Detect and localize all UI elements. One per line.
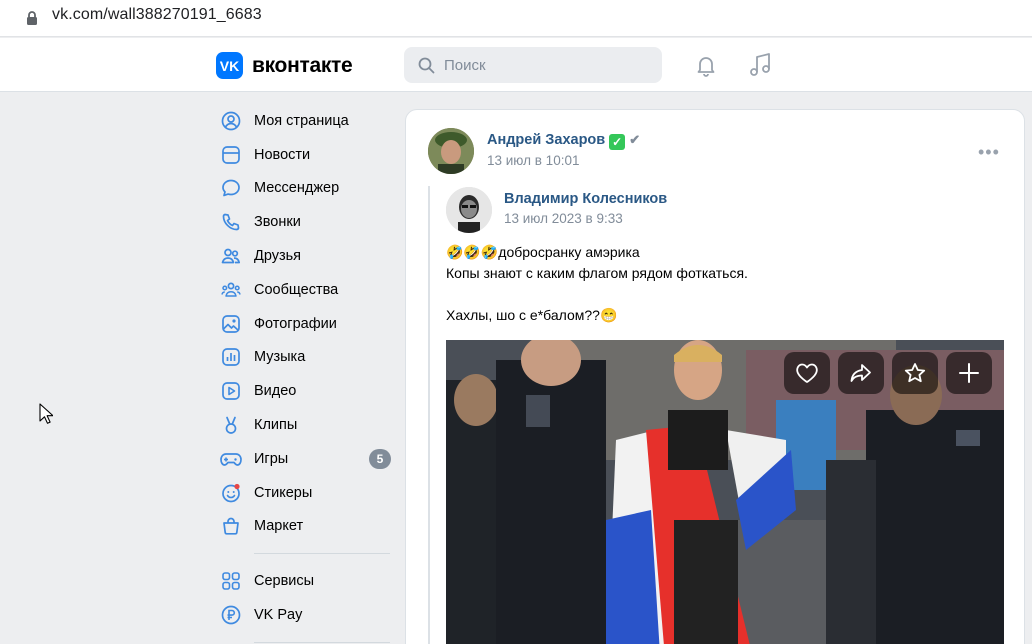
phone-icon bbox=[220, 211, 242, 233]
post-text: 🤣🤣🤣добросранку амэрика Копы знают с каки… bbox=[446, 242, 1006, 326]
sidebar-item-news[interactable]: Новости bbox=[214, 138, 394, 172]
post-text-line: Хахлы, шо с е*балом??😁 bbox=[446, 307, 618, 323]
sidebar-item-my-page[interactable]: Моя страница bbox=[214, 104, 394, 138]
sidebar-item-market[interactable]: Маркет bbox=[214, 510, 394, 544]
sidebar-item-communities[interactable]: Сообщества bbox=[214, 273, 394, 307]
more-options-icon[interactable]: ••• bbox=[978, 142, 1000, 163]
like-icon bbox=[796, 363, 818, 383]
notifications-bell-icon[interactable] bbox=[694, 53, 718, 77]
author-avatar[interactable] bbox=[428, 128, 474, 174]
vk-logo-mark: VK bbox=[216, 52, 243, 79]
share-icon bbox=[850, 364, 871, 382]
share-button[interactable] bbox=[838, 352, 884, 394]
sidebar-item-label: Мессенджер bbox=[254, 180, 340, 197]
browser-address-bar: vk.com/wall388270191_6683 bbox=[0, 0, 1032, 37]
photo-action-buttons bbox=[784, 352, 992, 394]
like-button[interactable] bbox=[784, 352, 830, 394]
sidebar-item-label: Маркет bbox=[254, 518, 304, 535]
sidebar-item-video[interactable]: Видео bbox=[214, 374, 394, 408]
mouse-cursor-icon bbox=[39, 403, 53, 424]
news-icon bbox=[220, 144, 242, 166]
sidebar-divider bbox=[254, 553, 390, 555]
repost-author-name[interactable]: Владимир Колесников bbox=[504, 191, 667, 207]
left-sidebar: Моя страница Новости Мессенджер Звонки Д… bbox=[214, 104, 394, 644]
clips-icon bbox=[220, 414, 242, 436]
repost-block: Владимир Колесников 13 июл 2023 в 9:33 🤣… bbox=[428, 186, 1006, 644]
music-player-icon[interactable] bbox=[748, 52, 772, 78]
sidebar-item-label: Друзья bbox=[254, 248, 302, 265]
sidebar-item-stickers[interactable]: Стикеры bbox=[214, 476, 394, 510]
search-input[interactable] bbox=[444, 47, 654, 83]
sidebar-item-calls[interactable]: Звонки bbox=[214, 205, 394, 239]
sidebar-item-label: Фотографии bbox=[254, 315, 337, 332]
lock-icon bbox=[27, 11, 37, 25]
sidebar-item-label: Моя страница bbox=[254, 112, 349, 129]
sidebar-item-messenger[interactable]: Мессенджер bbox=[214, 172, 394, 206]
sidebar-item-music[interactable]: Музыка bbox=[214, 341, 394, 375]
sidebar-item-label: Клипы bbox=[254, 417, 298, 434]
add-icon bbox=[959, 363, 979, 383]
video-icon bbox=[220, 380, 242, 402]
vk-logo-text: вконтакте bbox=[252, 53, 353, 77]
post-text-line bbox=[446, 284, 1006, 305]
post-author[interactable]: Андрей Захаров ✓ ✔ bbox=[487, 132, 640, 150]
sidebar-item-label: Музыка bbox=[254, 349, 306, 366]
favorite-icon bbox=[904, 363, 926, 383]
vk-logo[interactable]: VK вконтакте bbox=[216, 52, 353, 79]
messenger-icon bbox=[220, 177, 242, 199]
post-text-line: Копы знают с каким флагом рядом фоткатьс… bbox=[446, 265, 748, 281]
communities-icon bbox=[220, 279, 242, 301]
sidebar-item-label: Звонки bbox=[254, 214, 301, 231]
site-header: VK вконтакте bbox=[0, 38, 1032, 92]
profile-icon bbox=[220, 110, 242, 132]
post-photo[interactable] bbox=[446, 340, 1004, 644]
stickers-icon bbox=[220, 482, 242, 504]
sidebar-item-label: Стикеры bbox=[254, 484, 313, 501]
sidebar-item-clips[interactable]: Клипы bbox=[214, 408, 394, 442]
sidebar-item-friends[interactable]: Друзья bbox=[214, 239, 394, 273]
sidebar-item-label: Сообщества bbox=[254, 281, 339, 298]
repost-author-avatar[interactable] bbox=[446, 187, 492, 233]
sidebar-item-label: Новости bbox=[254, 146, 311, 163]
market-icon bbox=[220, 515, 242, 537]
author-emoji-check-icon: ✓ bbox=[609, 134, 626, 150]
add-button[interactable] bbox=[946, 352, 992, 394]
music-icon bbox=[220, 346, 242, 368]
sidebar-item-label: Игры bbox=[254, 450, 289, 467]
url-text[interactable]: vk.com/wall388270191_6683 bbox=[52, 6, 262, 24]
sidebar-item-games[interactable]: Игры 5 bbox=[214, 442, 394, 476]
photos-icon bbox=[220, 313, 242, 335]
games-icon bbox=[220, 448, 242, 470]
search-box[interactable] bbox=[404, 47, 662, 83]
vkpay-icon bbox=[220, 604, 242, 626]
sidebar-item-label: VK Pay bbox=[254, 607, 303, 624]
favorite-button[interactable] bbox=[892, 352, 938, 394]
friends-icon bbox=[220, 245, 242, 267]
services-icon bbox=[220, 570, 242, 592]
repost-date[interactable]: 13 июл 2023 в 9:33 bbox=[504, 211, 623, 226]
post-date[interactable]: 13 июл в 10:01 bbox=[487, 153, 579, 168]
post-author-name[interactable]: Андрей Захаров bbox=[487, 132, 605, 148]
sidebar-item-label: Сервисы bbox=[254, 573, 315, 590]
sidebar-item-label: Видео bbox=[254, 383, 297, 400]
post-text-line: 🤣🤣🤣добросранку амэрика bbox=[446, 244, 640, 260]
sidebar-divider bbox=[254, 641, 390, 643]
verified-icon: ✔ bbox=[629, 132, 641, 147]
search-icon bbox=[418, 57, 435, 74]
games-counter-badge: 5 bbox=[369, 448, 391, 469]
sidebar-item-photos[interactable]: Фотографии bbox=[214, 307, 394, 341]
sidebar-item-vkpay[interactable]: VK Pay bbox=[214, 598, 394, 632]
post-card: Андрей Захаров ✓ ✔ 13 июл в 10:01 ••• Влад… bbox=[405, 109, 1025, 644]
sidebar-item-services[interactable]: Сервисы bbox=[214, 564, 394, 598]
